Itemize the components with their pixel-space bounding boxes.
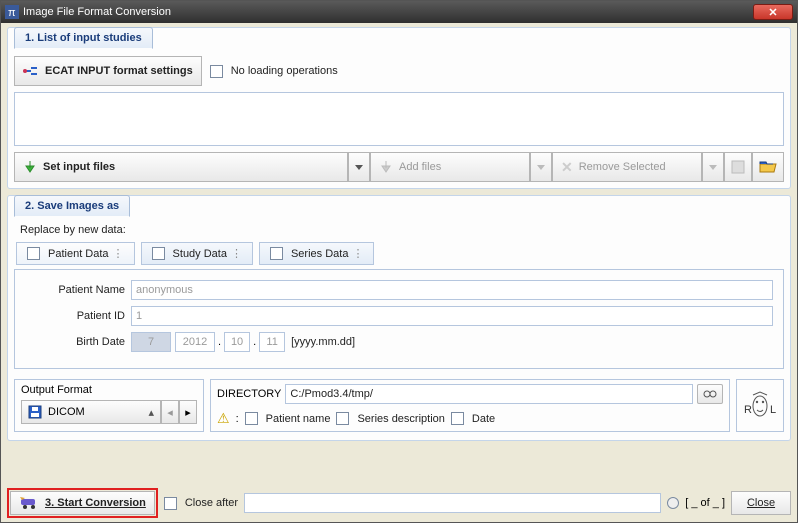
format-prev-button[interactable]: ◂ — [161, 400, 179, 424]
count-label: [ _ of _ ] — [685, 497, 725, 509]
add-files-button[interactable]: Add files — [370, 152, 530, 182]
no-loading-checkbox[interactable]: No loading operations — [210, 56, 338, 86]
orientation-icon: R L — [743, 391, 777, 421]
chk-date[interactable]: Date — [451, 412, 495, 425]
car-icon — [19, 497, 39, 509]
titlebar: π Image File Format Conversion ✕ — [1, 1, 797, 23]
directory-browse-button[interactable] — [697, 384, 723, 404]
directory-label: DIRECTORY — [217, 388, 281, 400]
tab-patient-data[interactable]: Patient Data⋮ — [16, 242, 135, 265]
remove-selected-button[interactable]: ✕ Remove Selected — [552, 152, 702, 182]
patient-id-label: Patient ID — [25, 310, 125, 322]
floppy-icon — [28, 405, 42, 419]
app-window: π Image File Format Conversion ✕ 1. List… — [0, 0, 798, 523]
input-studies-group: 1. List of input studies ECAT INPUT form… — [7, 27, 791, 189]
progress-bar — [244, 493, 661, 513]
add-files-dropdown[interactable] — [530, 152, 552, 182]
ecat-settings-button[interactable]: ECAT INPUT format settings — [14, 56, 202, 86]
open-list-button[interactable] — [752, 152, 784, 182]
chk-series-desc[interactable]: Series description — [336, 412, 444, 425]
window-close-button[interactable]: ✕ — [753, 4, 793, 20]
birth-dd-input[interactable]: 11 — [259, 332, 285, 352]
patient-id-input[interactable] — [131, 306, 773, 326]
app-icon: π — [5, 5, 19, 19]
input-files-list[interactable] — [14, 92, 784, 146]
birth-year-input[interactable]: 2012 — [175, 332, 215, 352]
svg-text:R: R — [744, 404, 752, 416]
save-list-button[interactable] — [724, 152, 752, 182]
set-input-files-button[interactable]: Set input files — [14, 152, 348, 182]
tab-save-images[interactable]: 2. Save Images as — [14, 195, 130, 217]
replace-label: Replace by new data: — [8, 224, 790, 236]
patient-form: Patient Name Patient ID Birth Date 7 201… — [14, 269, 784, 369]
output-format-label: Output Format — [21, 384, 197, 396]
start-conversion-button[interactable]: 3. Start Conversion — [10, 491, 155, 515]
tab-series-data[interactable]: Series Data⋮ — [259, 242, 374, 265]
output-format-select[interactable]: DICOM ▴ — [21, 400, 161, 424]
patient-name-input[interactable] — [131, 280, 773, 300]
format-next-button[interactable]: ▸ — [179, 400, 197, 424]
birth-day-input[interactable]: 7 — [131, 332, 171, 352]
close-after-checkbox[interactable]: Close after — [164, 497, 238, 510]
chk-patient-name[interactable]: Patient name — [245, 412, 331, 425]
start-highlight: 3. Start Conversion — [7, 488, 158, 518]
plug-icon — [23, 65, 39, 77]
floppy-disabled-icon — [731, 160, 745, 174]
arrow-down-green-icon — [23, 160, 37, 174]
birth-date-label: Birth Date — [25, 336, 125, 348]
output-directory-box: DIRECTORY ⚠ : Patient name Series descri… — [210, 379, 730, 432]
output-format-box: Output Format DICOM ▴ ◂ ▸ — [14, 379, 204, 432]
tab-study-data[interactable]: Study Data⋮ — [141, 242, 253, 265]
folder-open-icon — [759, 160, 777, 174]
save-images-group: 2. Save Images as Replace by new data: P… — [7, 195, 791, 441]
browse-icon — [703, 389, 717, 399]
arrow-down-disabled-icon — [379, 160, 393, 174]
status-radio — [667, 497, 679, 509]
svg-text:L: L — [770, 404, 776, 416]
tab-input-studies[interactable]: 1. List of input studies — [14, 27, 153, 49]
svg-text:π: π — [8, 7, 16, 19]
remove-selected-dropdown[interactable] — [702, 152, 724, 182]
window-title: Image File Format Conversion — [23, 6, 171, 18]
remove-x-icon: ✕ — [561, 159, 573, 176]
close-button[interactable]: Close — [731, 491, 791, 515]
warning-icon: ⚠ — [217, 410, 230, 427]
birth-hint: [yyyy.mm.dd] — [285, 336, 355, 348]
patient-name-label: Patient Name — [25, 284, 125, 296]
directory-input[interactable] — [285, 384, 693, 404]
orientation-button[interactable]: R L — [736, 379, 784, 432]
birth-month-input[interactable]: 10 — [224, 332, 250, 352]
set-input-dropdown[interactable] — [348, 152, 370, 182]
